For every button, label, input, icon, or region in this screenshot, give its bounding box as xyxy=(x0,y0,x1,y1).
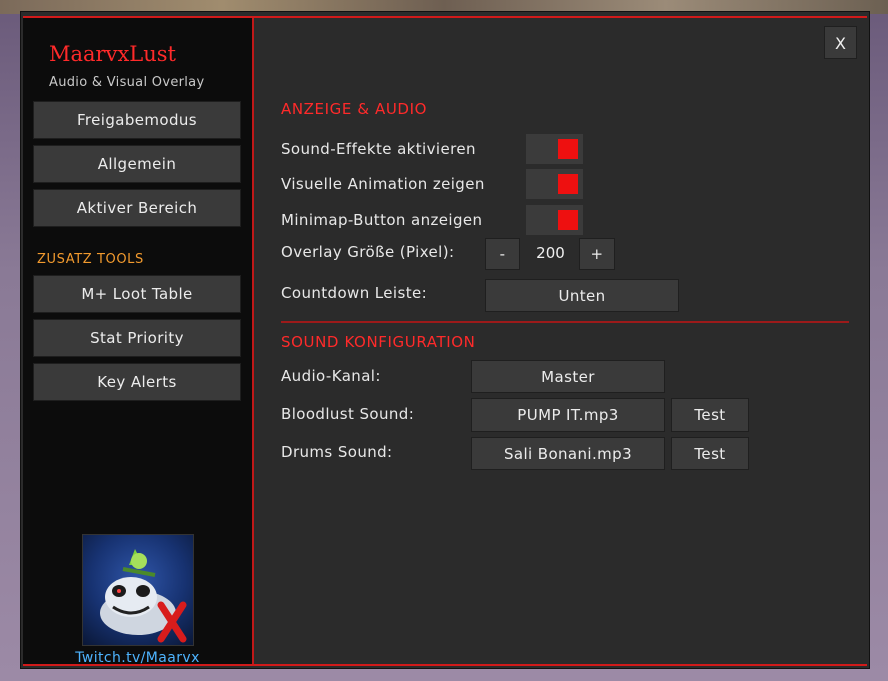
sidebar-item-aktiver-bereich[interactable]: Aktiver Bereich xyxy=(33,189,241,227)
audio-channel-dropdown[interactable]: Master xyxy=(471,360,665,393)
toggle-knob xyxy=(558,174,578,194)
close-button[interactable]: X xyxy=(824,26,857,59)
toggle-knob xyxy=(558,139,578,159)
overlay-size-label: Overlay Größe (Pixel): xyxy=(281,243,455,261)
sound-effects-toggle[interactable] xyxy=(526,134,583,164)
addon-window: MaarvxLust Audio & Visual Overlay Freiga… xyxy=(20,11,870,669)
bloodlust-sound-dropdown[interactable]: PUMP IT.mp3 xyxy=(471,398,665,432)
audio-channel-label: Audio-Kanal: xyxy=(281,367,381,385)
visual-animation-toggle[interactable] xyxy=(526,169,583,199)
sound-config-heading: SOUND KONFIGURATION xyxy=(281,333,476,351)
overlay-size-value: 200 xyxy=(536,244,565,262)
drums-sound-dropdown[interactable]: Sali Bonani.mp3 xyxy=(471,437,665,470)
app-title: MaarvxLust xyxy=(49,42,176,66)
countdown-position-dropdown[interactable]: Unten xyxy=(485,279,679,312)
app-subtitle: Audio & Visual Overlay xyxy=(49,75,205,90)
sidebar-tool-loot-table[interactable]: M+ Loot Table xyxy=(33,275,241,313)
sidebar-tool-stat-priority[interactable]: Stat Priority xyxy=(33,319,241,357)
overlay-size-decrease-button[interactable]: - xyxy=(485,238,520,270)
bloodlust-sound-label: Bloodlust Sound: xyxy=(281,405,415,423)
section-divider xyxy=(281,321,849,323)
sound-effects-label: Sound-Effekte aktivieren xyxy=(281,140,476,158)
display-audio-heading: ANZEIGE & AUDIO xyxy=(281,100,428,118)
drums-test-button[interactable]: Test xyxy=(671,437,749,470)
countdown-label: Countdown Leiste: xyxy=(281,284,428,302)
sidebar-tool-key-alerts[interactable]: Key Alerts xyxy=(33,363,241,401)
visual-animation-label: Visuelle Animation zeigen xyxy=(281,175,485,193)
drums-sound-label: Drums Sound: xyxy=(281,443,393,461)
minimap-button-toggle[interactable] xyxy=(526,205,583,235)
sidebar: MaarvxLust Audio & Visual Overlay Freiga… xyxy=(23,18,254,666)
sidebar-item-allgemein[interactable]: Allgemein xyxy=(33,145,241,183)
panda-logo-icon xyxy=(100,549,187,643)
toggle-knob xyxy=(558,210,578,230)
avatar xyxy=(82,534,194,646)
sidebar-item-freigabemodus[interactable]: Freigabemodus xyxy=(33,101,241,139)
overlay-size-increase-button[interactable]: + xyxy=(579,238,615,270)
twitch-link[interactable]: Twitch.tv/Maarvx xyxy=(23,650,252,666)
tools-heading: ZUSATZ TOOLS xyxy=(37,252,144,267)
minimap-button-label: Minimap-Button anzeigen xyxy=(281,211,483,229)
bloodlust-test-button[interactable]: Test xyxy=(671,398,749,432)
